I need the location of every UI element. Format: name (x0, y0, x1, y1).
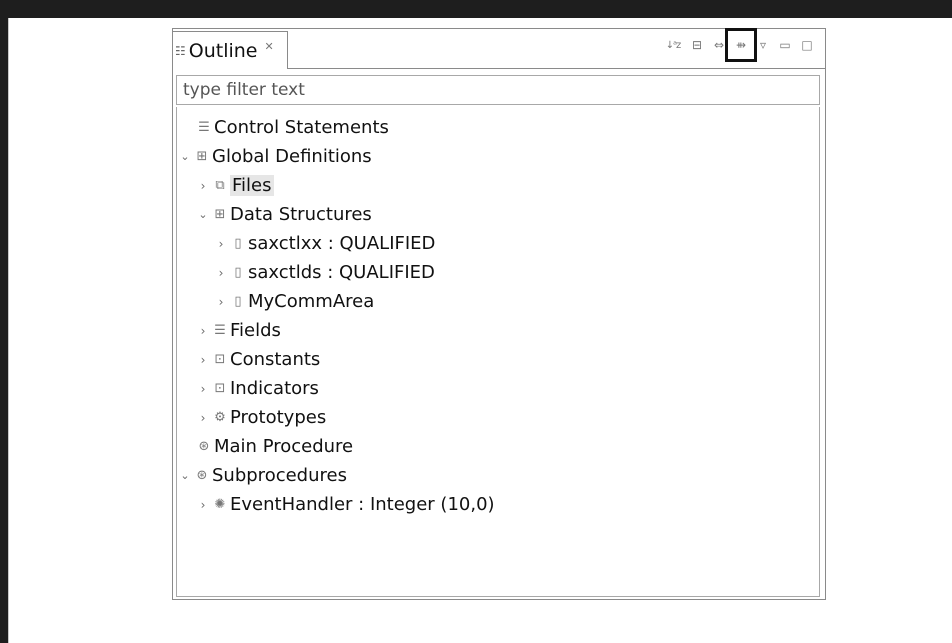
tree-item-global-definitions[interactable]: ⌄ ⊞ Global Definitions (179, 142, 372, 171)
minimize-icon[interactable]: ▭ (775, 34, 795, 56)
outline-icon: ☷ (175, 43, 186, 58)
tree-item-label: Files (230, 175, 274, 196)
tree-item-label: Subprocedures (212, 465, 347, 486)
tree-item-label: Control Statements (214, 117, 389, 138)
tree-item-files[interactable]: › ⧉ Files (197, 171, 274, 200)
outline-tab-label: Outline (188, 39, 258, 62)
prototypes-icon: ⚙ (214, 410, 226, 425)
tree-item-label: Global Definitions (212, 146, 372, 167)
tree-item-mycommarea[interactable]: › ▯ MyCommArea (215, 287, 375, 316)
tree-item-label: Data Structures (230, 204, 372, 225)
chevron-right-icon[interactable]: › (197, 498, 209, 512)
tree-item-data-structures[interactable]: ⌄ ⊞ Data Structures (197, 200, 372, 229)
view-header: ☷ Outline ✕ ↓ᵃz ⊟ ⇔ ⇻ ▿ ▭ □ (172, 28, 825, 69)
fields-icon: ☰ (214, 323, 226, 338)
tree-item-label: Fields (230, 320, 281, 341)
filter-input[interactable] (176, 75, 820, 105)
collapse-all-icon[interactable]: ⊟ (687, 34, 707, 56)
tree-item-prototypes[interactable]: › ⚙ Prototypes (197, 403, 327, 432)
view-toolbar: ↓ᵃz ⊟ ⇔ ⇻ ▿ ▭ □ (659, 28, 817, 62)
tree-item-indicators[interactable]: › ⊡ Indicators (197, 374, 319, 403)
sort-alphabetical-icon[interactable]: ↓ᵃz (661, 34, 685, 56)
tree-item-eventhandler[interactable]: › ✺ EventHandler : Integer (10,0) (197, 490, 495, 519)
global-definitions-icon: ⊞ (196, 149, 208, 164)
chevron-right-icon[interactable]: › (197, 382, 209, 396)
window-left-edge (8, 18, 9, 643)
data-structure-icon: ▯ (234, 294, 242, 309)
chevron-right-icon[interactable]: › (215, 237, 227, 251)
subprocedures-icon: ⊛ (196, 468, 208, 483)
constants-icon: ⊡ (214, 352, 226, 367)
view-menu-icon[interactable]: ▿ (753, 34, 773, 56)
link-with-editor-icon[interactable]: ⇔ (709, 34, 729, 56)
chevron-right-icon[interactable]: › (197, 353, 209, 367)
tree-item-label: EventHandler : Integer (10,0) (230, 494, 495, 515)
chevron-down-icon[interactable]: ⌄ (197, 208, 209, 221)
hide-fields-icon[interactable]: ⇻ (725, 28, 757, 62)
close-icon[interactable]: ✕ (265, 40, 274, 53)
procedure-icon: ✺ (214, 497, 226, 512)
indicators-icon: ⊡ (214, 381, 226, 396)
outline-tab[interactable]: ☷ Outline ✕ (172, 31, 288, 69)
tree-item-label: Indicators (230, 378, 319, 399)
data-structures-icon: ⊞ (214, 207, 226, 222)
chevron-right-icon[interactable]: › (197, 324, 209, 338)
files-icon: ⧉ (215, 178, 225, 193)
tree-item-constants[interactable]: › ⊡ Constants (197, 345, 321, 374)
tree-item-label: Main Procedure (214, 436, 354, 457)
chevron-right-icon[interactable]: › (215, 295, 227, 309)
outline-view: ☷ Outline ✕ ↓ᵃz ⊟ ⇔ ⇻ ▿ ▭ □ ☰ Control St… (172, 28, 826, 600)
chevron-right-icon[interactable]: › (215, 266, 227, 280)
data-structure-icon: ▯ (234, 236, 242, 251)
main-procedure-icon: ⊛ (198, 439, 210, 454)
tree-item-saxctlxx[interactable]: › ▯ saxctlxx : QUALIFIED (215, 229, 436, 258)
tree-item-fields[interactable]: › ☰ Fields (197, 316, 281, 345)
tree-item-label: saxctlxx : QUALIFIED (248, 233, 436, 254)
chevron-down-icon[interactable]: ⌄ (179, 469, 191, 482)
tree-item-label: Prototypes (230, 407, 327, 428)
control-statements-icon: ☰ (198, 120, 210, 135)
header-divider (288, 68, 825, 69)
tree-item-main-procedure[interactable]: ⊛ Main Procedure (197, 432, 354, 461)
tree-item-subprocedures[interactable]: ⌄ ⊛ Subprocedures (179, 461, 347, 490)
window-left-border (0, 0, 8, 643)
tree-item-saxctlds[interactable]: › ▯ saxctlds : QUALIFIED (215, 258, 435, 287)
chevron-down-icon[interactable]: ⌄ (179, 150, 191, 163)
maximize-icon[interactable]: □ (797, 34, 817, 56)
chevron-right-icon[interactable]: › (197, 179, 209, 193)
window-top-border (0, 0, 952, 18)
tree-item-label: Constants (230, 349, 321, 370)
data-structure-icon: ▯ (234, 265, 242, 280)
tree-item-label: MyCommArea (248, 291, 375, 312)
tree-item-label: saxctlds : QUALIFIED (248, 262, 435, 283)
chevron-right-icon[interactable]: › (197, 411, 209, 425)
tree-item-control-statements[interactable]: ☰ Control Statements (197, 113, 389, 142)
